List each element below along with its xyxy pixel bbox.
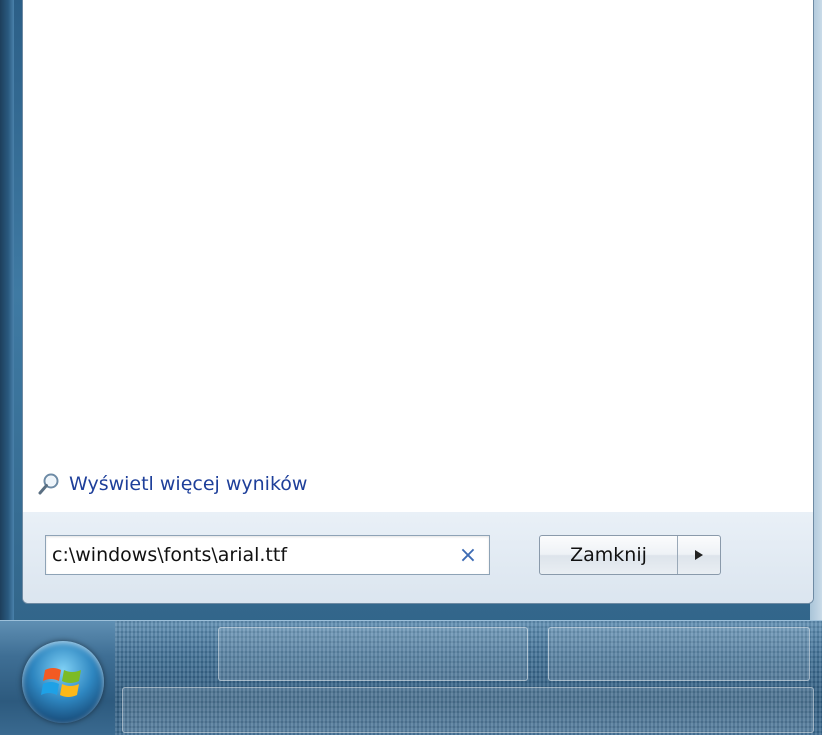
- desktop: Wyświetl więcej wyników × Zamknij: [0, 0, 822, 735]
- search-magnifier-icon: [38, 473, 59, 495]
- taskbar-button[interactable]: [122, 687, 814, 733]
- taskbar-button[interactable]: [218, 627, 528, 681]
- windows-logo-icon: [41, 668, 81, 697]
- more-results-label: Wyświetl więcej wyników: [69, 473, 308, 495]
- search-box[interactable]: ×: [45, 535, 490, 575]
- window-frame-left: [0, 0, 14, 620]
- taskbar: [0, 620, 822, 735]
- taskbar-button[interactable]: [548, 627, 810, 681]
- search-input[interactable]: [52, 540, 432, 570]
- more-results-link[interactable]: Wyświetl więcej wyników: [37, 470, 307, 498]
- shutdown-button-group: Zamknij: [539, 535, 721, 575]
- start-button[interactable]: [22, 641, 104, 723]
- start-menu: Wyświetl więcej wyników × Zamknij: [22, 0, 814, 604]
- shutdown-options-button[interactable]: [678, 536, 720, 574]
- start-menu-bottom-bar: × Zamknij: [23, 512, 813, 603]
- triangle-right-icon: [695, 550, 703, 560]
- search-results-area: Wyświetl więcej wyników: [23, 0, 813, 513]
- clear-search-icon[interactable]: ×: [457, 543, 479, 568]
- shutdown-button[interactable]: Zamknij: [540, 536, 678, 574]
